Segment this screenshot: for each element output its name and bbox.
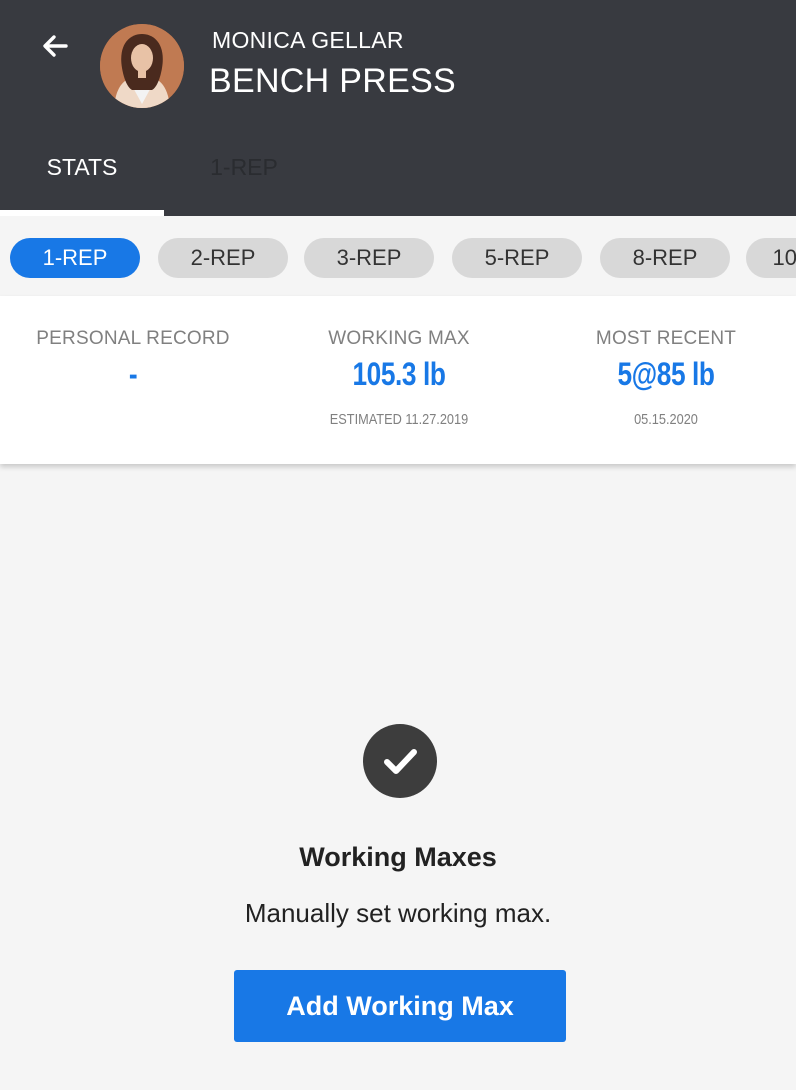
chip-5-rep[interactable]: 5-REP [452, 238, 582, 278]
stat-label: WORKING MAX [328, 328, 470, 349]
arrow-left-icon[interactable] [36, 26, 76, 66]
empty-state-title: Working Maxes [299, 842, 497, 872]
rep-filter-bar: 1-REP 2-REP 3-REP 5-REP 8-REP 10-REP [0, 216, 796, 296]
stat-value: - [128, 356, 138, 392]
stat-working-max: WORKING MAX 105.3 lb ESTIMATED 11.27.201… [266, 328, 532, 428]
tab-stats[interactable]: STATS [0, 150, 164, 216]
athlete-name: MONICA GELLAR [212, 27, 404, 53]
stat-value: 105.3 lb [352, 356, 446, 392]
stat-label: PERSONAL RECORD [36, 328, 230, 349]
stat-most-recent: MOST RECENT 5@85 lb 05.15.2020 [533, 328, 796, 428]
avatar [100, 24, 184, 108]
empty-state-description: Manually set working max. [244, 898, 552, 928]
app-header: MONICA GELLAR BENCH PRESS STATS 1-REP [0, 0, 796, 216]
tab-1-rep-label: 1-REP [210, 154, 278, 180]
stat-label: MOST RECENT [595, 328, 737, 349]
tab-1-rep[interactable]: 1-REP [164, 150, 324, 216]
stat-personal-record: PERSONAL RECORD - [0, 328, 266, 411]
chip-10-rep[interactable]: 10-REP [746, 238, 796, 278]
stat-subtext: 05.15.2020 [634, 411, 698, 428]
stat-value: 5@85 lb [617, 356, 715, 392]
stat-subtext: ESTIMATED 11.27.2019 [329, 411, 469, 428]
stats-card: PERSONAL RECORD - WORKING MAX 105.3 lb E… [0, 296, 796, 464]
chip-1-rep[interactable]: 1-REP [10, 238, 140, 278]
chip-3-rep[interactable]: 3-REP [304, 238, 434, 278]
exercise-title: BENCH PRESS [209, 62, 457, 100]
chip-2-rep[interactable]: 2-REP [158, 238, 288, 278]
tab-stats-label: STATS [46, 154, 118, 180]
chip-8-rep[interactable]: 8-REP [600, 238, 730, 278]
add-working-max-button[interactable]: Add Working Max [234, 970, 566, 1042]
check-circle-icon [363, 724, 437, 798]
